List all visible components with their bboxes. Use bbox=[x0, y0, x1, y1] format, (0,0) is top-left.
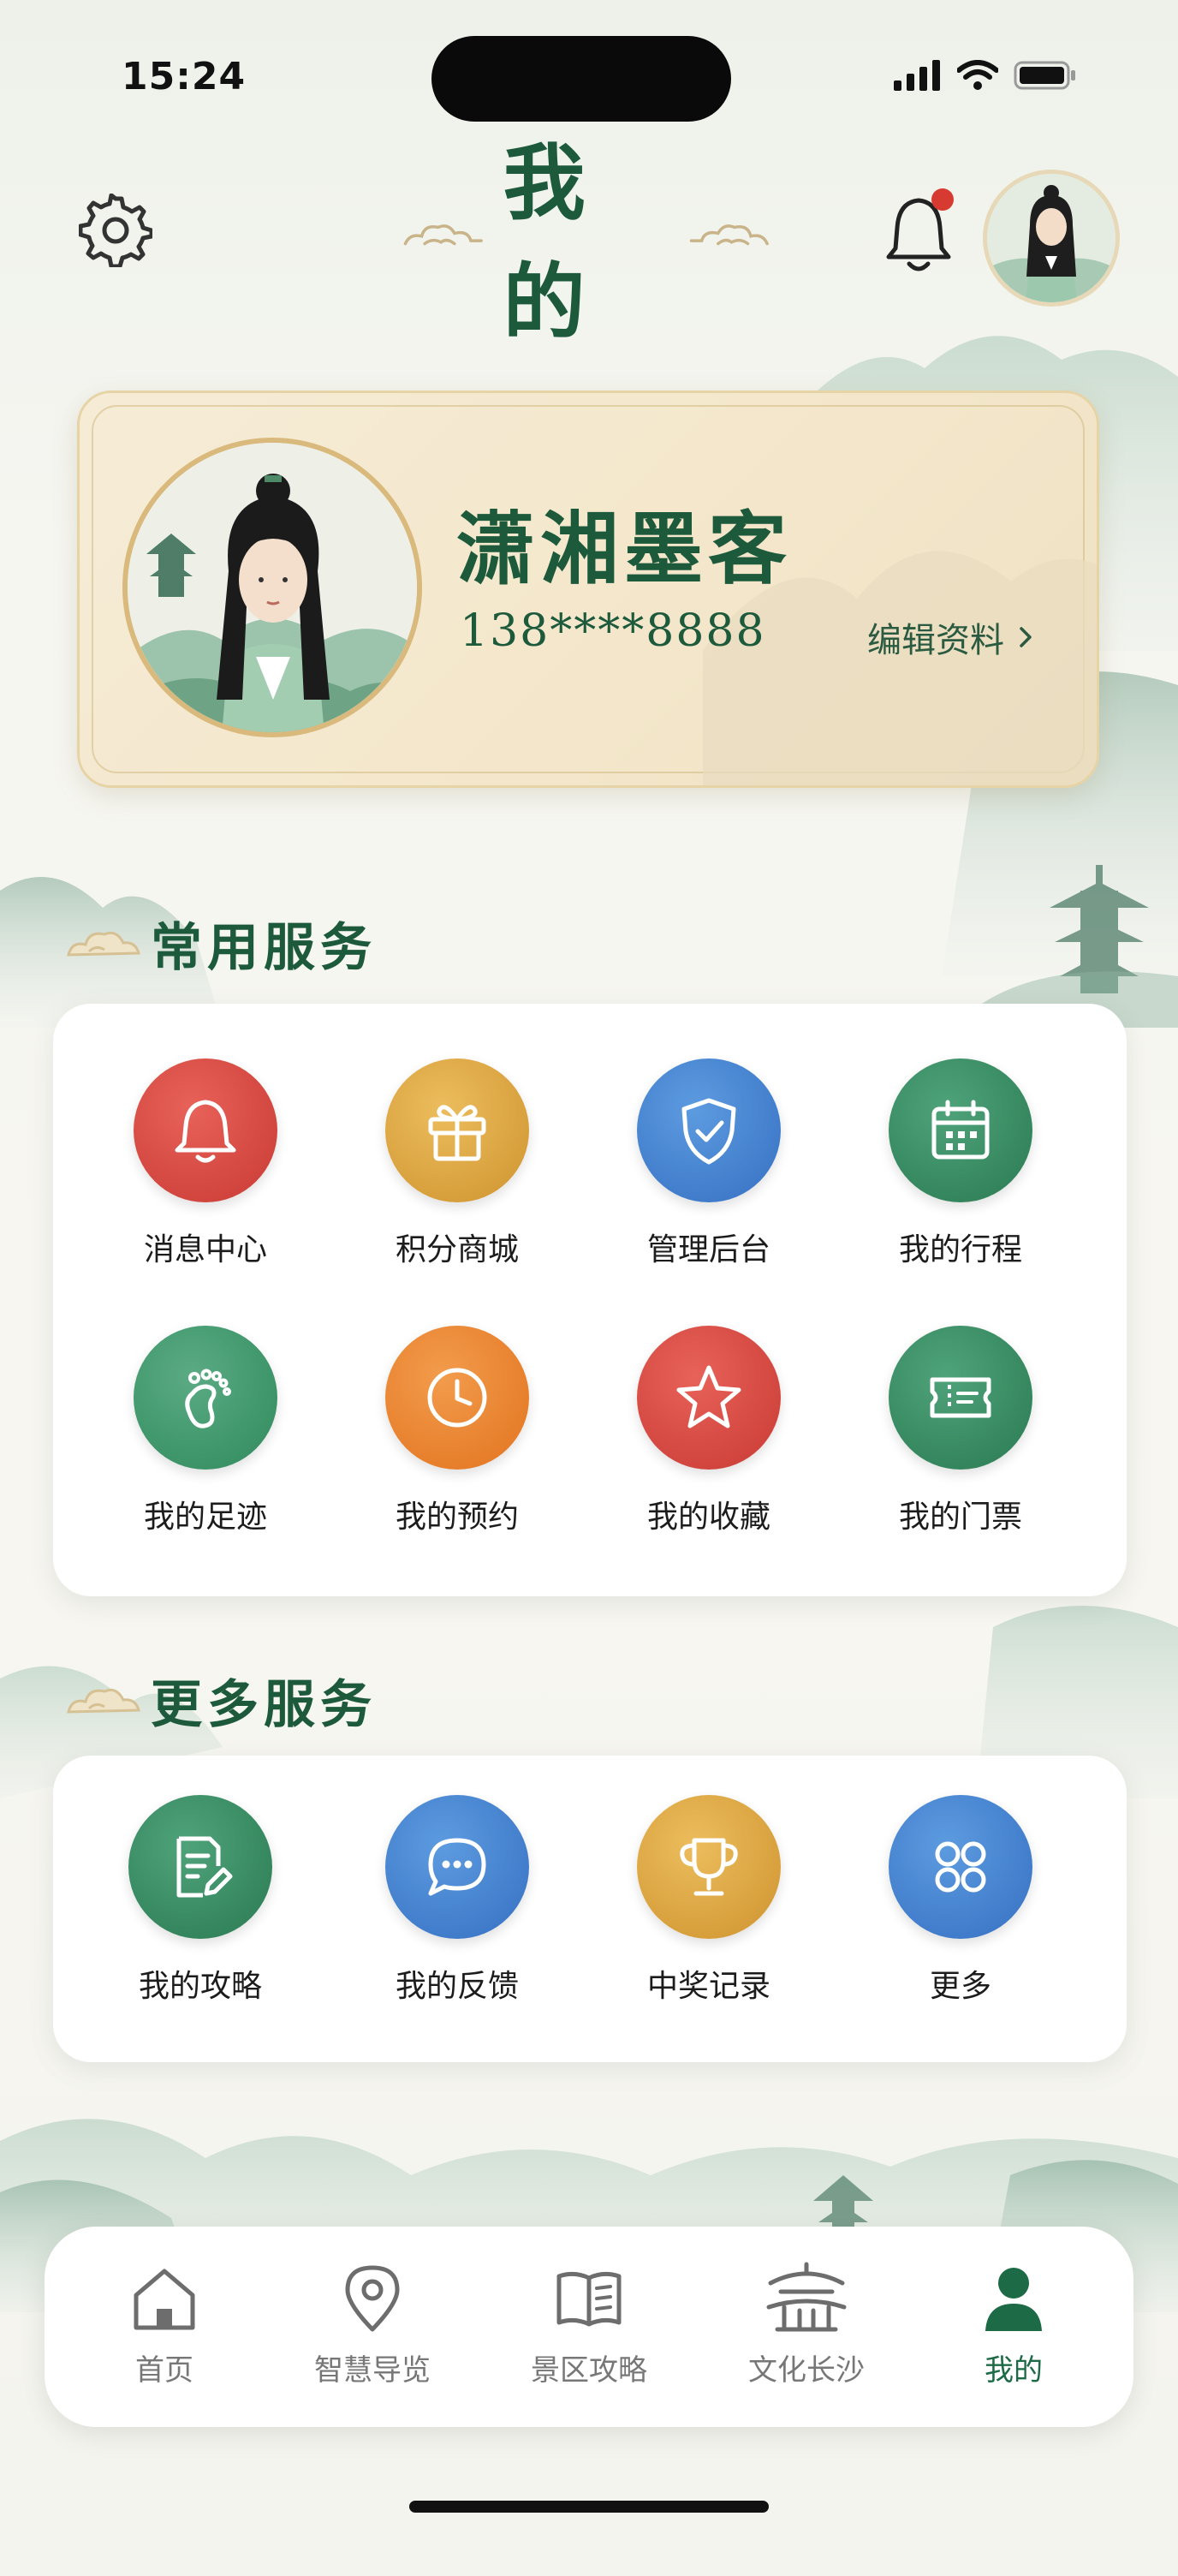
dynamic-island bbox=[431, 36, 731, 122]
service-label: 更多 bbox=[929, 1969, 991, 2004]
tab-mine[interactable]: 我的 bbox=[919, 2261, 1108, 2388]
profile-phone: 138****8888 bbox=[460, 605, 766, 657]
bottom-tab-bar: 首页 智慧导览 景区攻略 文化长沙 我的 bbox=[45, 2227, 1133, 2427]
service-prize-records[interactable]: 中奖记录 bbox=[606, 1795, 812, 2006]
tab-label: 首页 bbox=[135, 2353, 193, 2388]
tab-home[interactable]: 首页 bbox=[70, 2261, 259, 2388]
cloud-ornament-icon bbox=[67, 1688, 140, 1714]
person-icon bbox=[985, 2268, 1042, 2331]
chevron-right-icon bbox=[1020, 627, 1032, 647]
more-services-title: 更多服务 bbox=[151, 1675, 377, 1735]
service-label: 积分商城 bbox=[395, 1232, 519, 1267]
battery-icon bbox=[1014, 61, 1075, 90]
notification-dot bbox=[931, 188, 954, 211]
cloud-ornament-icon bbox=[67, 931, 140, 957]
settings-gear-icon[interactable] bbox=[79, 194, 152, 267]
service-label: 我的足迹 bbox=[143, 1500, 267, 1535]
profile-card[interactable]: 潇湘墨客 138****8888 编辑资料 bbox=[77, 391, 1099, 788]
common-services-card: 消息中心 积分商城 管理后台 我的行程 我的足迹 我的预约 我的收藏 我的门票 bbox=[53, 1004, 1127, 1596]
profile-avatar-illustration bbox=[128, 443, 417, 732]
service-my-feedback[interactable]: 我的反馈 bbox=[354, 1795, 560, 2006]
chat-bubble-icon bbox=[385, 1795, 529, 1939]
bell-icon bbox=[134, 1058, 277, 1202]
tab-label: 景区攻略 bbox=[531, 2353, 647, 2388]
status-time: 15:24 bbox=[122, 55, 247, 98]
tab-label: 我的 bbox=[985, 2353, 1043, 2388]
calendar-icon bbox=[889, 1058, 1032, 1202]
home-indicator bbox=[409, 2501, 769, 2513]
service-label: 消息中心 bbox=[143, 1232, 267, 1267]
ticket-icon bbox=[889, 1326, 1032, 1470]
shield-check-icon bbox=[637, 1058, 781, 1202]
cloud-ornament-right-icon bbox=[690, 224, 770, 246]
service-label: 管理后台 bbox=[646, 1232, 770, 1267]
location-pin-icon bbox=[345, 2265, 400, 2332]
service-my-favorites[interactable]: 我的收藏 bbox=[606, 1326, 812, 1536]
profile-name: 潇湘墨客 bbox=[456, 503, 793, 595]
trophy-icon bbox=[637, 1795, 781, 1939]
clock-icon bbox=[385, 1326, 529, 1470]
status-icons bbox=[894, 60, 1077, 91]
home-icon bbox=[134, 2269, 195, 2330]
service-label: 我的行程 bbox=[898, 1232, 1022, 1267]
gift-icon bbox=[385, 1058, 529, 1202]
service-admin-panel[interactable]: 管理后台 bbox=[606, 1058, 812, 1269]
service-message-center[interactable]: 消息中心 bbox=[103, 1058, 308, 1269]
header-title-group: 我的 bbox=[402, 134, 770, 350]
service-label: 我的收藏 bbox=[646, 1500, 770, 1535]
tab-smart-guide[interactable]: 智慧导览 bbox=[278, 2261, 467, 2388]
service-my-tickets[interactable]: 我的门票 bbox=[858, 1326, 1063, 1536]
tab-scenic-guides[interactable]: 景区攻略 bbox=[495, 2261, 683, 2388]
edit-profile-link[interactable]: 编辑资料 bbox=[867, 612, 1033, 662]
common-services-title: 常用服务 bbox=[151, 918, 377, 978]
service-label: 我的门票 bbox=[898, 1500, 1022, 1535]
service-my-reservations[interactable]: 我的预约 bbox=[354, 1326, 560, 1536]
service-label: 我的预约 bbox=[395, 1500, 519, 1535]
tab-label: 文化长沙 bbox=[748, 2353, 865, 2388]
profile-page: 15:24 我的 潇湘墨客 138****8888 编辑资料 常用服务 消息中心… bbox=[0, 0, 1178, 2576]
service-my-guides[interactable]: 我的攻略 bbox=[98, 1795, 303, 2006]
tab-culture-changsha[interactable]: 文化长沙 bbox=[712, 2261, 901, 2388]
header-avatar[interactable] bbox=[983, 170, 1120, 307]
footprint-icon bbox=[134, 1326, 277, 1470]
profile-avatar[interactable] bbox=[122, 438, 422, 737]
service-label: 中奖记录 bbox=[646, 1969, 770, 2004]
grid-icon bbox=[889, 1795, 1032, 1939]
signal-icon bbox=[894, 60, 940, 91]
cloud-ornament-left-icon bbox=[403, 224, 483, 246]
book-icon bbox=[556, 2271, 622, 2327]
service-my-itinerary[interactable]: 我的行程 bbox=[858, 1058, 1063, 1269]
service-points-mall[interactable]: 积分商城 bbox=[354, 1058, 560, 1269]
more-services-card: 我的攻略 我的反馈 中奖记录 更多 bbox=[53, 1756, 1127, 2062]
common-services-heading: 常用服务 bbox=[63, 906, 377, 981]
service-my-footprints[interactable]: 我的足迹 bbox=[103, 1326, 308, 1536]
service-more[interactable]: 更多 bbox=[858, 1795, 1063, 2006]
service-label: 我的反馈 bbox=[395, 1969, 519, 2004]
avatar-illustration bbox=[987, 174, 1116, 302]
wifi-icon bbox=[957, 60, 998, 90]
star-icon bbox=[637, 1326, 781, 1470]
edit-profile-label: 编辑资料 bbox=[867, 621, 1004, 660]
page-title: 我的 bbox=[503, 134, 599, 350]
pavilion-icon bbox=[766, 2262, 847, 2332]
tab-label: 智慧导览 bbox=[314, 2353, 431, 2388]
service-label: 我的攻略 bbox=[138, 1969, 262, 2004]
note-edit-icon bbox=[128, 1795, 272, 1939]
more-services-heading: 更多服务 bbox=[63, 1663, 377, 1738]
